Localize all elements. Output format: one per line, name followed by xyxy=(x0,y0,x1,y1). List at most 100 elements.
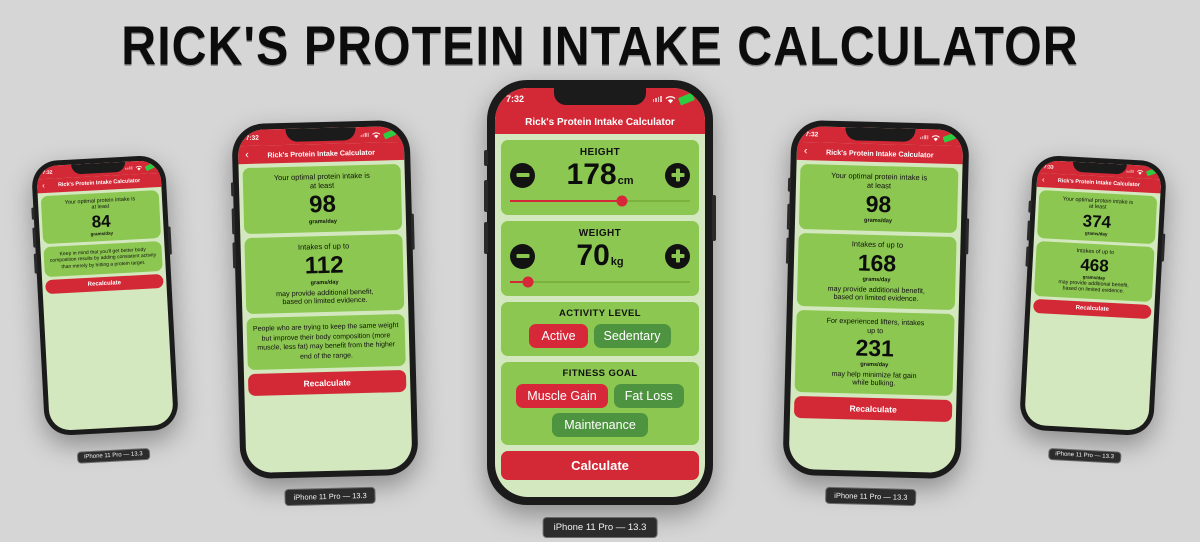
silent-switch-icon xyxy=(1028,200,1032,213)
silent-switch-icon xyxy=(230,182,235,197)
result-unit: grams/day xyxy=(308,218,338,226)
activity-level-card: ACTIVITY LEVEL Active Sedentary xyxy=(501,302,699,356)
volume-down-icon xyxy=(232,242,237,269)
result-card: Your optimal protein intake is at least … xyxy=(40,190,162,244)
height-label: HEIGHT xyxy=(579,147,621,158)
back-icon[interactable]: ‹ xyxy=(245,148,255,160)
note-card: People who are trying to keep the same w… xyxy=(246,314,406,371)
height-increment-button[interactable] xyxy=(665,162,690,188)
notch xyxy=(554,88,646,105)
wifi-icon xyxy=(372,131,381,138)
result-card: Intakes of up to 468 grams/day may provi… xyxy=(1033,240,1155,302)
note-text: People who are trying to keep the same w… xyxy=(252,322,399,361)
navigation-bar: Rick's Protein Intake Calculator xyxy=(495,110,705,134)
volume-down-icon xyxy=(484,222,488,254)
height-value: 178 xyxy=(566,158,617,191)
result-card: For experienced lifters, intakes up to 2… xyxy=(794,310,955,396)
calculate-button[interactable]: Calculate xyxy=(501,451,699,480)
height-unit: cm xyxy=(617,175,634,187)
result-value: 98 xyxy=(308,190,337,219)
cellular-icon xyxy=(125,166,133,170)
height-decrement-button[interactable] xyxy=(510,162,535,188)
activity-option-active[interactable]: Active xyxy=(529,324,588,348)
power-button-icon xyxy=(410,213,415,250)
weight-label: WEIGHT xyxy=(578,228,622,239)
cellular-icon xyxy=(652,96,662,102)
silent-switch-icon xyxy=(484,150,488,166)
cellular-icon xyxy=(920,135,929,140)
result-value: 112 xyxy=(304,251,344,280)
notch xyxy=(285,127,356,142)
battery-icon xyxy=(942,132,956,143)
result-unit: grams/day xyxy=(310,279,339,287)
height-slider[interactable] xyxy=(510,195,690,207)
weight-slider[interactable] xyxy=(510,276,690,288)
nav-title: Rick's Protein Intake Calculator xyxy=(267,147,376,159)
goal-option-fat-loss[interactable]: Fat Loss xyxy=(613,384,684,408)
slider-thumb[interactable] xyxy=(522,276,534,288)
result-card: Your optimal protein intake is at least … xyxy=(1036,190,1158,244)
volume-down-icon xyxy=(33,253,38,274)
weight-decrement-button[interactable] xyxy=(510,243,535,269)
device-label: iPhone 11 Pro — 13.3 xyxy=(76,447,150,464)
weight-unit: kg xyxy=(610,256,624,268)
wifi-icon xyxy=(931,134,940,141)
power-button-icon xyxy=(965,218,970,255)
result-card: Your optimal protein intake is at least … xyxy=(242,163,403,235)
wifi-icon xyxy=(1136,169,1144,175)
notch xyxy=(845,127,916,142)
volume-down-icon xyxy=(785,237,790,264)
silent-switch-icon xyxy=(787,177,792,192)
power-button-icon xyxy=(167,226,172,255)
device-label: iPhone 11 Pro — 13.3 xyxy=(825,486,917,507)
slider-fill xyxy=(510,200,622,202)
volume-up-icon xyxy=(231,208,236,235)
phone-mockup-2: 7:32 ‹ Rick's Protein Intake Calculator … xyxy=(230,119,419,507)
note-card: Keep in mind that you'll get better body… xyxy=(43,240,163,277)
battery-icon xyxy=(144,162,155,172)
device-label: iPhone 11 Pro — 13.3 xyxy=(284,486,376,507)
back-icon[interactable]: ‹ xyxy=(804,145,814,157)
slider-thumb[interactable] xyxy=(616,195,628,207)
device-label: iPhone 11 Pro — 13.3 xyxy=(542,517,658,538)
weight-increment-button[interactable] xyxy=(665,243,690,269)
status-time: 7:33 xyxy=(1043,163,1054,171)
recalculate-button[interactable]: Recalculate xyxy=(793,395,953,422)
page-title: RICK'S PROTEIN INTAKE CALCULATOR xyxy=(121,15,1079,77)
activity-level-label: ACTIVITY LEVEL xyxy=(559,308,641,319)
nav-title: Rick's Protein Intake Calculator xyxy=(57,178,141,189)
result-value: 98 xyxy=(865,190,892,218)
result-card: Intakes of up to 112 grams/day may provi… xyxy=(244,234,405,315)
status-time: 7:32 xyxy=(805,130,819,138)
power-button-icon xyxy=(1160,233,1166,262)
wifi-icon xyxy=(135,165,142,171)
result-value: 231 xyxy=(855,334,895,362)
result-unit: grams/day xyxy=(860,361,889,369)
weight-value: 70 xyxy=(576,239,610,272)
result-card: Your optimal protein intake is at least … xyxy=(798,163,959,234)
recalculate-button[interactable]: Recalculate xyxy=(247,370,407,397)
fitness-goal-label: FITNESS GOAL xyxy=(562,368,638,379)
result-card: Intakes of up to 168 grams/day may provi… xyxy=(796,233,957,311)
nav-title: Rick's Protein Intake Calculator xyxy=(525,116,675,128)
volume-up-icon xyxy=(32,227,37,248)
weight-card: WEIGHT 70 kg xyxy=(501,221,699,296)
volume-up-icon xyxy=(484,180,488,212)
activity-option-sedentary[interactable]: Sedentary xyxy=(593,324,671,348)
status-time: 7:32 xyxy=(42,169,53,176)
wifi-icon xyxy=(665,95,676,103)
status-time: 7:32 xyxy=(506,94,525,104)
goal-option-maintenance[interactable]: Maintenance xyxy=(552,413,648,437)
power-button-icon xyxy=(712,195,716,241)
fitness-goal-card: FITNESS GOAL Muscle Gain Fat Loss Mainte… xyxy=(501,362,699,445)
volume-up-icon xyxy=(1026,220,1031,241)
goal-option-muscle-gain[interactable]: Muscle Gain xyxy=(516,384,608,408)
result-unit: grams/day xyxy=(863,217,893,225)
battery-icon xyxy=(1145,168,1157,177)
status-time: 7:32 xyxy=(245,134,259,142)
height-card: HEIGHT 178 cm xyxy=(501,140,699,215)
battery-icon xyxy=(678,92,695,106)
silent-switch-icon xyxy=(31,207,35,220)
phone-mockup-5: 7:33 ‹ Rick's Protein Intake Calculator … xyxy=(1018,154,1168,464)
phone-mockup-3-main: 7:32 Rick's Protein Intake Calculator HE… xyxy=(484,80,716,538)
